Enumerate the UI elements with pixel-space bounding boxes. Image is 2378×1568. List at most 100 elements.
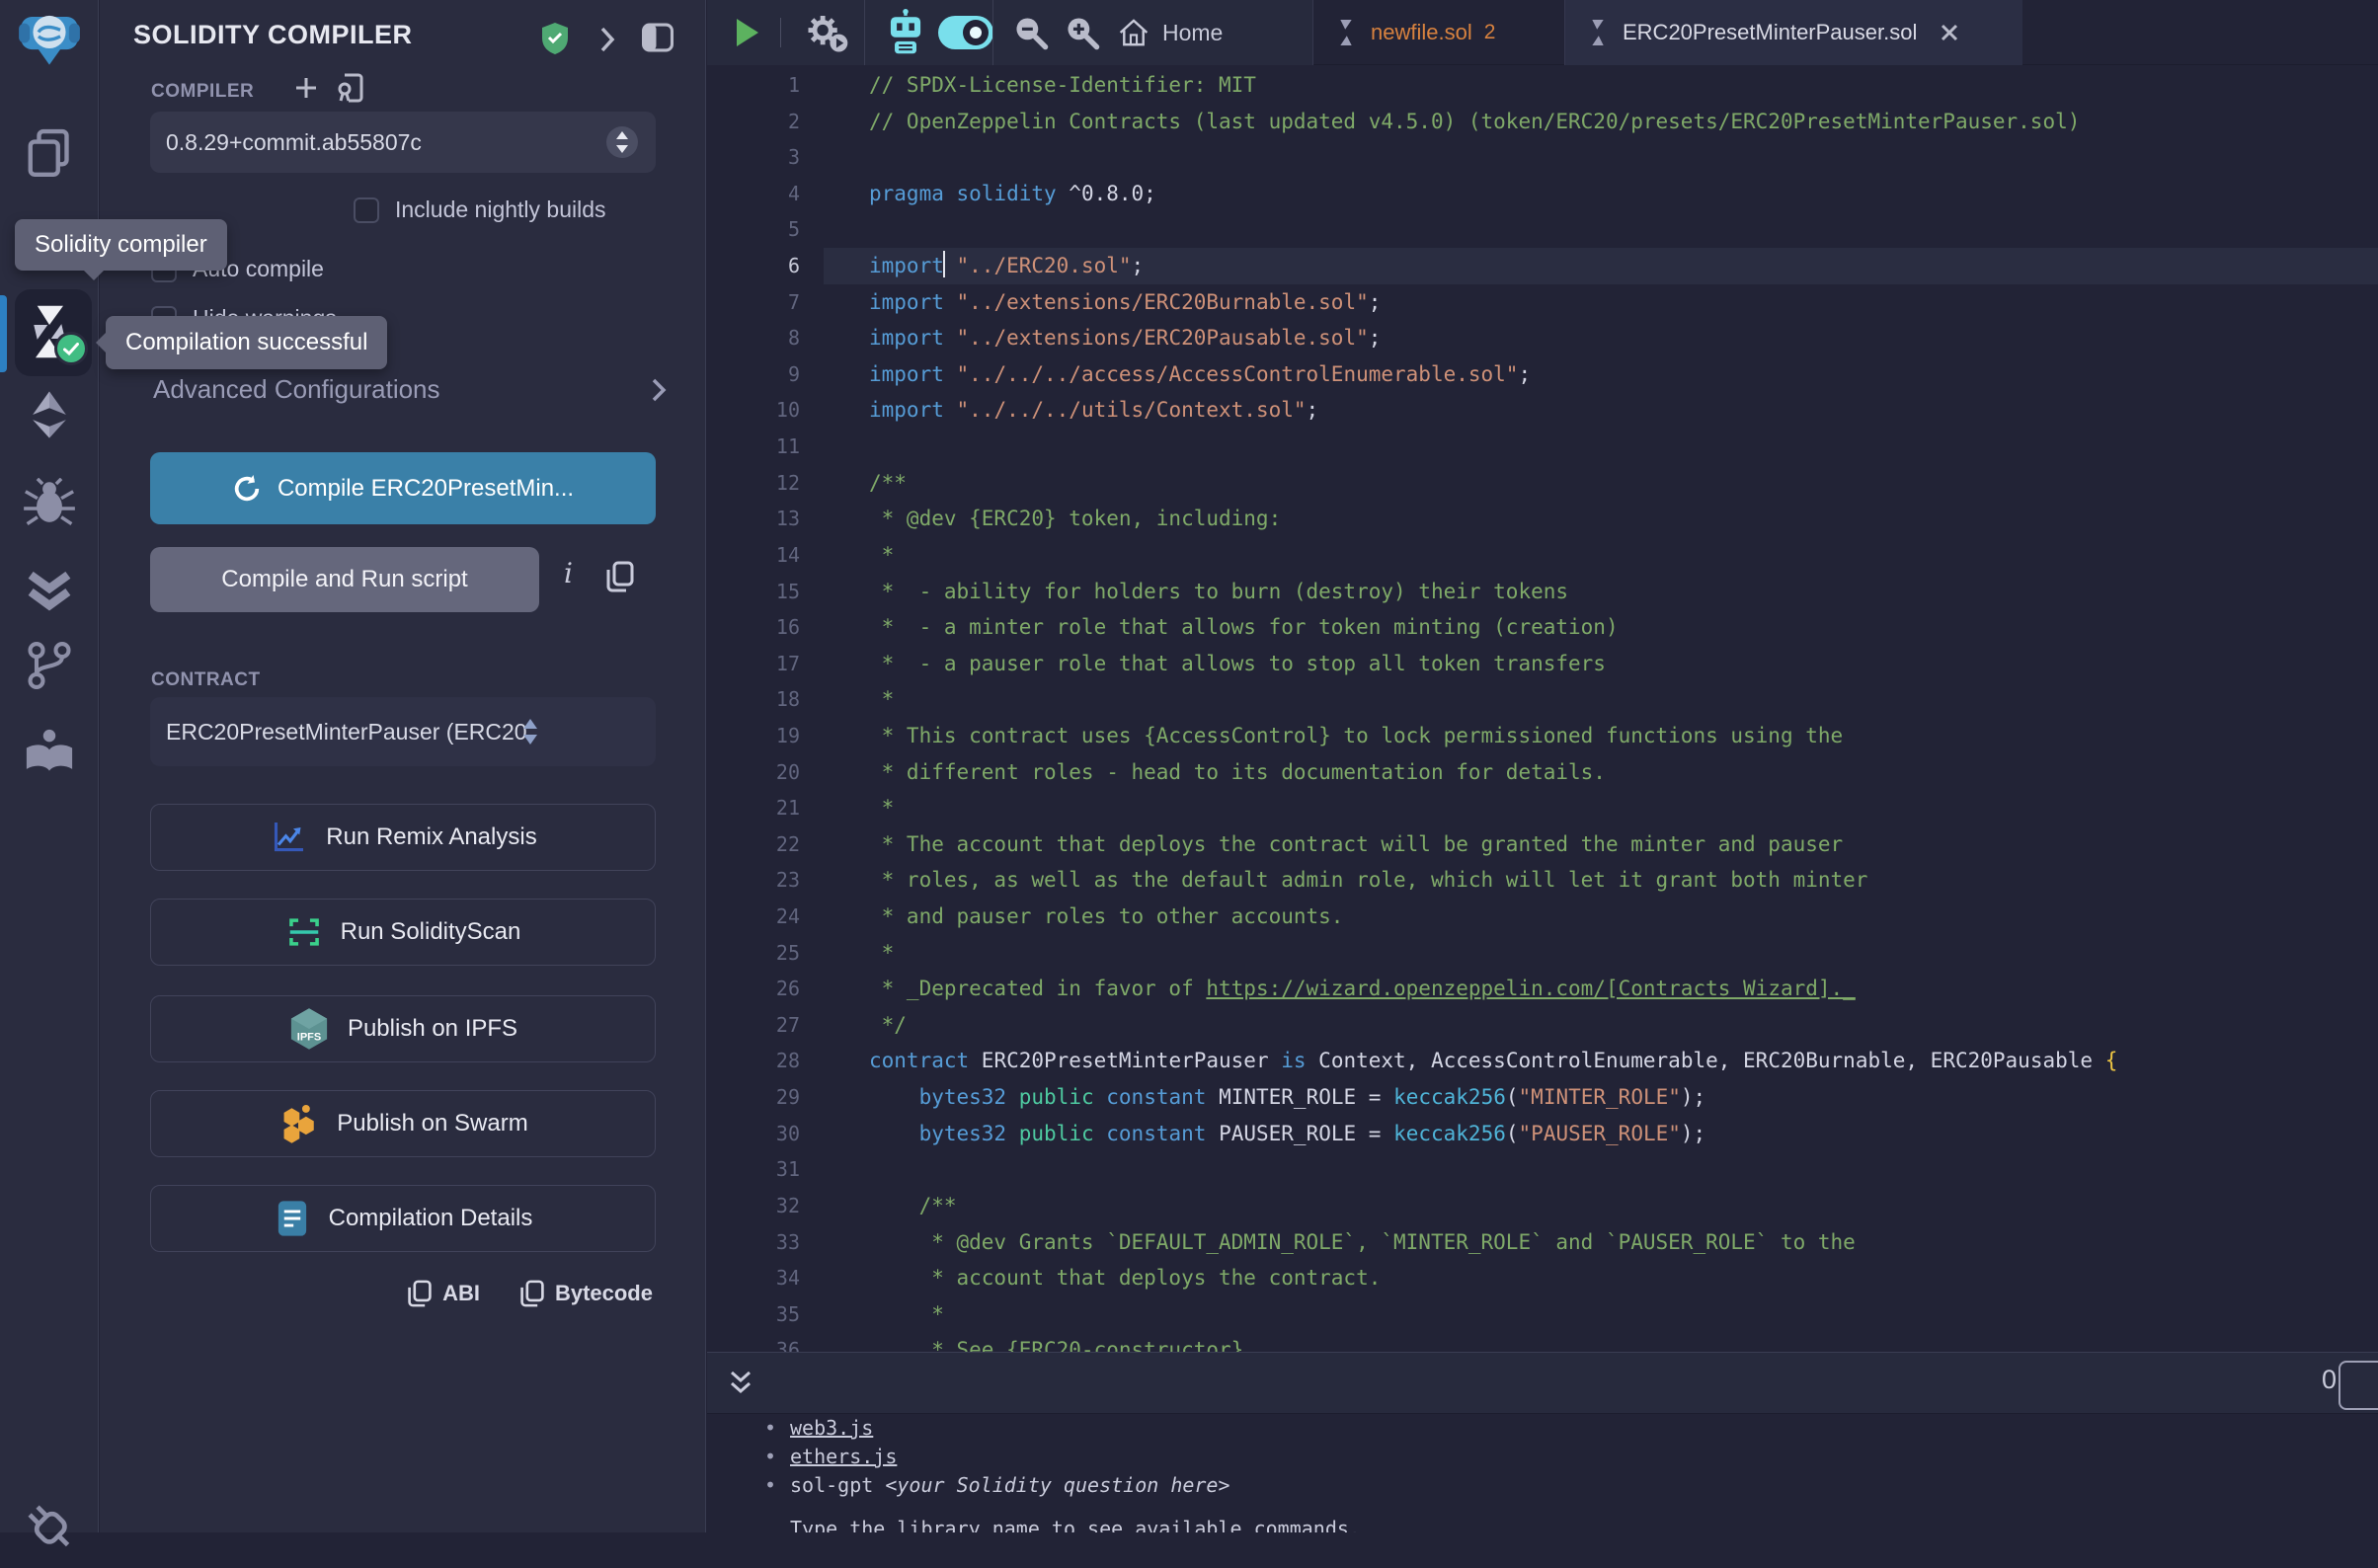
code-editor[interactable]: 1// SPDX-License-Identifier: MIT2// Open…: [707, 65, 2378, 1352]
terminal-link[interactable]: web3.js: [790, 1416, 873, 1440]
code-line[interactable]: 35 *: [707, 1296, 2378, 1333]
shield-icon[interactable]: [540, 22, 570, 55]
copy-abi-button[interactable]: ABI: [407, 1280, 480, 1307]
include-nightly-checkbox[interactable]: [354, 197, 379, 223]
code-line[interactable]: 30 bytes32 public constant PAUSER_ROLE =…: [707, 1116, 2378, 1152]
sidebar-item-deploy-run[interactable]: [0, 388, 99, 441]
script-config-button[interactable]: [802, 0, 853, 65]
copy-bytecode-button[interactable]: Bytecode: [519, 1280, 653, 1307]
code-line[interactable]: 14 *: [707, 537, 2378, 574]
zoom-in-button[interactable]: [1063, 0, 1102, 65]
code-line[interactable]: 1// SPDX-License-Identifier: MIT: [707, 67, 2378, 104]
code-line[interactable]: 19 * This contract uses {AccessControl} …: [707, 718, 2378, 754]
code-line[interactable]: 31: [707, 1151, 2378, 1188]
select-arrows-icon: [604, 124, 640, 160]
gears-icon: [802, 11, 853, 54]
file-badge-icon[interactable]: [337, 73, 364, 103]
compiler-version-select[interactable]: 0.8.29+commit.ab55807c: [150, 112, 656, 173]
terminal-header[interactable]: 0: [707, 1352, 2378, 1414]
zoom-in-icon: [1063, 13, 1102, 52]
compilation-details-button[interactable]: Compilation Details: [150, 1185, 656, 1252]
bug-icon: [22, 478, 77, 527]
terminal-link[interactable]: ethers.js: [790, 1445, 897, 1468]
code-line[interactable]: 7import "../extensions/ERC20Burnable.sol…: [707, 284, 2378, 321]
code-line[interactable]: 29 bytes32 public constant MINTER_ROLE =…: [707, 1079, 2378, 1116]
code-line[interactable]: 12/**: [707, 465, 2378, 502]
code-line[interactable]: 21 *: [707, 790, 2378, 826]
terminal-output[interactable]: •web3.js•ethers.js•sol-gpt <your Solidit…: [707, 1414, 2378, 1532]
line-number: 22: [707, 826, 824, 863]
chevron-right-icon[interactable]: [598, 26, 616, 53]
line-number: 35: [707, 1296, 824, 1333]
tooltip-compilation-successful: Compilation successful: [106, 316, 387, 369]
sidebar-item-source-control[interactable]: [0, 640, 99, 691]
close-tab-icon[interactable]: [1939, 22, 1960, 43]
code-line[interactable]: 8import "../extensions/ERC20Pausable.sol…: [707, 320, 2378, 356]
split-panel-icon[interactable]: [641, 22, 674, 53]
copy-icon[interactable]: [605, 561, 635, 592]
code-line[interactable]: 25 *: [707, 935, 2378, 972]
code-line[interactable]: 15 * - ability for holders to burn (dest…: [707, 574, 2378, 610]
include-nightly-row[interactable]: Include nightly builds: [354, 196, 606, 223]
line-number: 17: [707, 646, 824, 682]
select-arrows-icon: [521, 715, 539, 748]
add-compiler-icon[interactable]: [293, 75, 319, 101]
contract-select[interactable]: ERC20PresetMinterPauser (ERC20: [150, 697, 656, 766]
code-line[interactable]: 4pragma solidity ^0.8.0;: [707, 176, 2378, 212]
code-line[interactable]: 13 * @dev {ERC20} token, including:: [707, 501, 2378, 537]
code-line[interactable]: 26 * _Deprecated in favor of https://wiz…: [707, 971, 2378, 1007]
run-script-button[interactable]: [737, 0, 758, 65]
publish-on-swarm-label: Publish on Swarm: [337, 1110, 527, 1137]
tab-home[interactable]: Home: [1117, 0, 1223, 65]
tab-erc20presetminterpauser[interactable]: ERC20PresetMinterPauser.sol: [1565, 0, 2022, 65]
code-line[interactable]: 28contract ERC20PresetMinterPauser is Co…: [707, 1043, 2378, 1079]
sidebar-item-file-explorer[interactable]: [0, 124, 99, 180]
remix-logo[interactable]: [0, 6, 99, 69]
code-line[interactable]: 32 /**: [707, 1188, 2378, 1224]
code-line[interactable]: 16 * - a minter role that allows for tok…: [707, 609, 2378, 646]
code-line[interactable]: 23 * roles, as well as the default admin…: [707, 862, 2378, 899]
tab-newfile[interactable]: newfile.sol 2: [1312, 0, 1565, 65]
code-line[interactable]: 27 */: [707, 1007, 2378, 1044]
code-line[interactable]: 22 * The account that deploys the contra…: [707, 826, 2378, 863]
code-line[interactable]: 10import "../../../utils/Context.sol";: [707, 392, 2378, 429]
line-number: 21: [707, 790, 824, 826]
code-line[interactable]: 33 * @dev Grants `DEFAULT_ADMIN_ROLE`, `…: [707, 1224, 2378, 1261]
terminal-search-box[interactable]: [2338, 1361, 2378, 1410]
sidebar-item-learneth[interactable]: [0, 729, 99, 776]
info-icon[interactable]: i: [564, 557, 573, 589]
code-line[interactable]: 20 * different roles - head to its docum…: [707, 754, 2378, 791]
home-tab-label: Home: [1162, 20, 1223, 46]
code-line[interactable]: 2// OpenZeppelin Contracts (last updated…: [707, 104, 2378, 140]
sidebar-item-static-analysis[interactable]: [0, 565, 99, 612]
run-remix-analysis-button[interactable]: Run Remix Analysis: [150, 804, 656, 871]
run-solidityscan-button[interactable]: Run SolidityScan: [150, 899, 656, 966]
compile-button[interactable]: Compile ERC20PresetMin...: [150, 452, 656, 524]
code-line[interactable]: 24 * and pauser roles to other accounts.: [707, 899, 2378, 935]
copy-icon: [407, 1280, 433, 1307]
compile-and-run-button[interactable]: Compile and Run script: [150, 547, 539, 612]
code-line[interactable]: 18 *: [707, 681, 2378, 718]
publish-on-swarm-button[interactable]: Publish on Swarm: [150, 1090, 656, 1157]
publish-on-ipfs-button[interactable]: IPFS Publish on IPFS: [150, 995, 656, 1062]
editor-toolbar: Home: [707, 0, 1313, 65]
code-line[interactable]: 17 * - a pauser role that allows to stop…: [707, 646, 2378, 682]
sidebar-item-plugin-manager[interactable]: [0, 1497, 99, 1556]
code-line[interactable]: 11: [707, 429, 2378, 465]
ai-assistant-robot-icon[interactable]: [884, 0, 927, 65]
active-plugin-indicator: [0, 295, 7, 372]
panel-title: SOLIDITY COMPILER: [133, 20, 413, 50]
sidebar-item-debugger[interactable]: [0, 478, 99, 527]
collapse-terminal-icon[interactable]: [727, 1369, 754, 1398]
ai-toggle-on[interactable]: [938, 0, 993, 65]
advanced-configurations[interactable]: Advanced Configurations: [153, 374, 667, 405]
zoom-out-button[interactable]: [1011, 0, 1051, 65]
scan-icon: [285, 913, 323, 951]
sidebar-item-solidity-compiler[interactable]: [15, 289, 92, 376]
code-line[interactable]: 9import "../../../access/AccessControlEn…: [707, 356, 2378, 393]
code-line[interactable]: 6import "../ERC20.sol";: [707, 248, 2378, 284]
code-line[interactable]: 5: [707, 211, 2378, 248]
code-line[interactable]: 36 * See {ERC20-constructor}.: [707, 1332, 2378, 1352]
code-line[interactable]: 34 * account that deploys the contract.: [707, 1260, 2378, 1296]
code-line[interactable]: 3: [707, 139, 2378, 176]
